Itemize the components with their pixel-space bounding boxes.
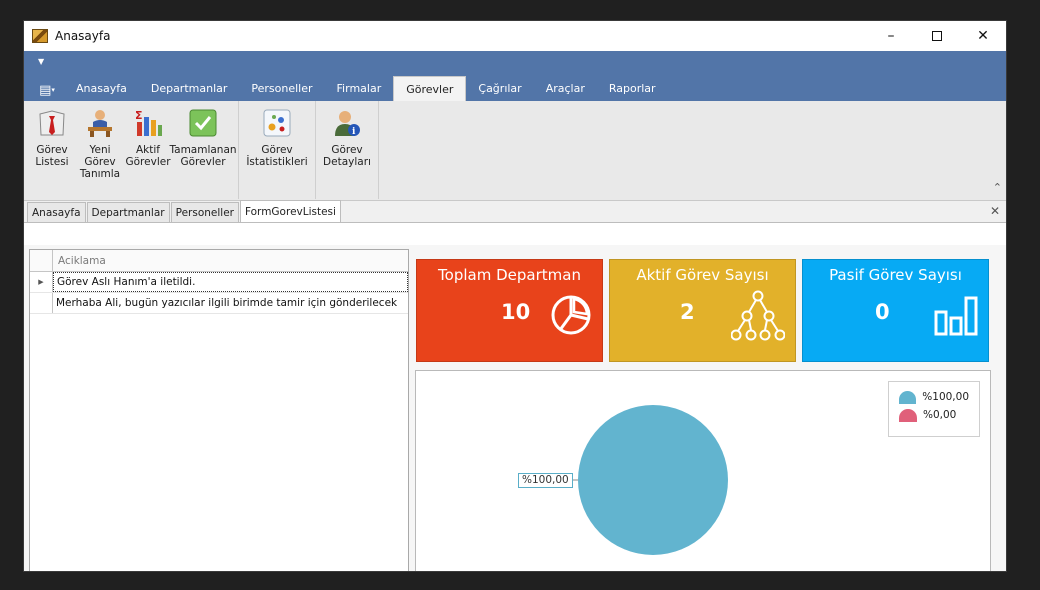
maximize-icon (932, 31, 942, 41)
ribbon-body: Görev Listesi Yeni Görev Tanımla Σ Aktif Gö… (24, 101, 1006, 201)
yeni-gorev-label-2: Tanımla (79, 168, 121, 180)
doc-tab-anasayfa[interactable]: Anasayfa (27, 202, 86, 222)
gorev-istatistikleri-button[interactable]: Görev İstatistikleri (245, 107, 309, 199)
minimize-button[interactable]: – (868, 21, 914, 51)
tab-gorevler[interactable]: Görevler (393, 76, 467, 101)
grid-header: Aciklama (30, 250, 408, 272)
dots-stats-icon (261, 107, 293, 139)
title-bar[interactable]: Anasayfa – ✕ (24, 21, 1006, 51)
desk-worker-icon (84, 107, 116, 139)
tab-anasayfa[interactable]: Anasayfa (64, 76, 139, 101)
detay-label-1: Görev (331, 144, 363, 156)
bar-chart-icon (934, 294, 978, 339)
tamamlanan-label-2: Görevler (180, 156, 226, 168)
row-indicator-icon: ▶ (30, 272, 53, 292)
legend-swatch (899, 408, 917, 422)
tab-araclar[interactable]: Araçlar (534, 76, 597, 101)
window-title: Anasayfa (55, 29, 111, 43)
tile-title: Toplam Departman (438, 266, 581, 284)
doc-tab-personeller[interactable]: Personeller (170, 202, 239, 222)
main-window: Anasayfa – ✕ ▼ ▤ ▾ Anasayfa Departmanlar … (23, 20, 1007, 572)
row-indicator-header (30, 250, 53, 271)
tile-title: Pasif Görev Sayısı (829, 266, 962, 284)
table-cell[interactable]: Merhaba Ali, bugün yazıcılar ilgili biri… (53, 293, 408, 313)
necktie-icon (36, 107, 68, 139)
gorev-listesi-label-1: Görev (36, 144, 68, 156)
svg-text:Σ: Σ (135, 109, 143, 122)
tree-hierarchy-icon (730, 290, 786, 345)
istatistik-label-1: Görev (261, 144, 293, 156)
legend-swatch (899, 390, 917, 404)
application-menu-button[interactable]: ▤ ▾ (30, 79, 64, 101)
close-button[interactable]: ✕ (960, 21, 1006, 51)
istatistik-label-2: İstatistikleri (246, 156, 308, 168)
tab-raporlar[interactable]: Raporlar (597, 76, 668, 101)
tile-aktif-gorev: Aktif Görev Sayısı 2 (609, 259, 796, 362)
tile-title: Aktif Görev Sayısı (636, 266, 769, 284)
gorev-listesi-label-2: Listesi (35, 156, 69, 168)
gorev-grid[interactable]: Aciklama ▶ Görev Aslı Hanım'a iletildi. … (29, 249, 409, 571)
doc-tab-formgorevlistesi[interactable]: FormGorevListesi (239, 200, 341, 222)
row-indicator (30, 293, 53, 313)
gorev-pie-chart: %100,00 %100,00 %0,00 (415, 370, 991, 571)
gorev-detaylari-button[interactable]: i Görev Detayları (322, 107, 372, 199)
legend-item: %0,00 (899, 406, 969, 424)
form-content: Aciklama ▶ Görev Aslı Hanım'a iletildi. … (24, 245, 1006, 571)
legend-item: %100,00 (899, 388, 969, 406)
table-cell[interactable]: Görev Aslı Hanım'a iletildi. (53, 272, 408, 292)
sigma-chart-icon: Σ (132, 107, 164, 139)
pie-chart-icon (550, 294, 592, 339)
legend-label: %0,00 (923, 409, 957, 421)
table-row[interactable]: ▶ Görev Aslı Hanım'a iletildi. (30, 272, 408, 293)
gorev-listesi-button[interactable]: Görev Listesi (30, 107, 74, 199)
pie-slice (578, 405, 728, 555)
tile-toplam-departman: Toplam Departman 10 (416, 259, 603, 362)
tile-pasif-gorev: Pasif Görev Sayısı 0 (802, 259, 989, 362)
checkmark-icon (187, 107, 219, 139)
ribbon-group-detay: i Görev Detayları (316, 101, 379, 199)
tile-value: 10 (501, 300, 531, 324)
tile-value: 0 (875, 300, 890, 324)
detay-label-2: Detayları (323, 156, 371, 168)
document-tabs: Anasayfa Departmanlar Personeller FormGo… (24, 200, 1006, 223)
app-icon (32, 29, 48, 43)
user-info-icon: i (331, 107, 363, 139)
close-document-icon[interactable]: ✕ (990, 204, 1000, 218)
column-header-aciklama[interactable]: Aciklama (53, 250, 106, 271)
tamamlanan-label-1: Tamamlanan (169, 144, 237, 156)
aktif-gorevler-label-2: Görevler (125, 156, 171, 168)
ribbon-group-gorev: Görev Listesi Yeni Görev Tanımla Σ Aktif Gö… (24, 101, 239, 199)
tab-cagrilar[interactable]: Çağrılar (466, 76, 533, 101)
ribbon-collapse-icon[interactable]: ⌃ (993, 181, 1002, 194)
tamamlanan-gorevler-button[interactable]: Tamamlanan Görevler (169, 107, 237, 199)
legend-label: %100,00 (922, 391, 969, 403)
ribbon-tabs: ▤ ▾ Anasayfa Departmanlar Personeller Fir… (24, 76, 668, 101)
svg-text:i: i (352, 127, 356, 137)
quick-access-dropdown-icon[interactable]: ▼ (38, 57, 44, 66)
doc-tab-departmanlar[interactable]: Departmanlar (86, 202, 170, 222)
ribbon-group-istatistik: Görev İstatistikleri (239, 101, 316, 199)
table-row[interactable]: Merhaba Ali, bugün yazıcılar ilgili biri… (30, 293, 408, 314)
aktif-gorevler-label-1: Aktif (136, 144, 160, 156)
tab-personeller[interactable]: Personeller (239, 76, 324, 101)
yeni-gorev-tanimla-button[interactable]: Yeni Görev Tanımla (78, 107, 122, 199)
tab-departmanlar[interactable]: Departmanlar (139, 76, 240, 101)
aktif-gorevler-button[interactable]: Σ Aktif Görevler (125, 107, 171, 199)
tab-firmalar[interactable]: Firmalar (325, 76, 394, 101)
maximize-button[interactable] (914, 21, 960, 51)
ribbon-header: ▼ ▤ ▾ Anasayfa Departmanlar Personeller F… (24, 51, 1006, 101)
chart-legend: %100,00 %0,00 (888, 381, 980, 437)
yeni-gorev-label-1: Yeni Görev (84, 144, 116, 168)
pie-point-label: %100,00 (518, 473, 573, 488)
tile-value: 2 (680, 300, 695, 324)
